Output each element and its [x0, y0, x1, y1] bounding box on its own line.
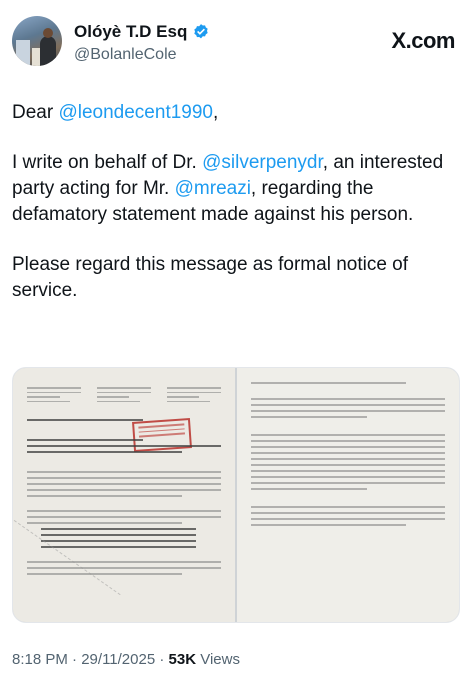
greeting-suffix: , — [213, 102, 219, 123]
avatar-building-shape — [16, 40, 30, 66]
tweet-text: Dear @leondecent1990, I write on behalf … — [12, 100, 460, 328]
meta-separator: · — [155, 651, 169, 668]
tweet-paragraph-body: I write on behalf of Dr. @silverpenydr, … — [12, 150, 460, 228]
author-names: Olóyè T.D Esq @BolanleCole — [74, 22, 210, 64]
author-handle[interactable]: @BolanleCole — [74, 46, 210, 64]
tweet-header: Olóyè T.D Esq @BolanleCole X.com — [12, 14, 455, 66]
avatar-head-shape — [43, 28, 53, 38]
letter-page-1-image[interactable] — [13, 368, 235, 622]
x-logo: X.com — [391, 28, 455, 53]
mention-mreazi[interactable]: @mreazi — [175, 178, 251, 199]
views-count: 53K — [168, 651, 197, 668]
avatar-person-shape — [40, 36, 56, 66]
body-text: I write on behalf of Dr. — [12, 152, 203, 173]
author-display-name[interactable]: Olóyè T.D Esq — [74, 22, 210, 42]
greeting-prefix: Dear — [12, 102, 59, 123]
meta-separator: · — [67, 651, 82, 668]
letter-page-2-image[interactable] — [237, 368, 459, 622]
letterhead — [27, 384, 221, 405]
tweet-time[interactable]: 8:18 PM — [12, 651, 68, 668]
tweet-paragraph-greeting: Dear @leondecent1990, — [12, 100, 460, 126]
mention-silverpenydr[interactable]: @silverpenydr — [202, 152, 323, 173]
attached-media[interactable] — [12, 367, 460, 623]
verified-badge-icon — [194, 24, 209, 39]
mention-leondecent[interactable]: @leondecent1990 — [58, 102, 213, 123]
tweet-date[interactable]: 29/11/2025 — [81, 651, 155, 668]
author-display-name-text: Olóyè T.D Esq — [74, 22, 188, 41]
tweet-paragraph-notice: Please regard this message as formal not… — [12, 254, 409, 301]
avatar[interactable] — [12, 16, 62, 66]
tweet-meta: 8:18 PM · 29/11/2025 · 53K Views — [12, 651, 240, 668]
views-label: Views — [196, 651, 240, 668]
